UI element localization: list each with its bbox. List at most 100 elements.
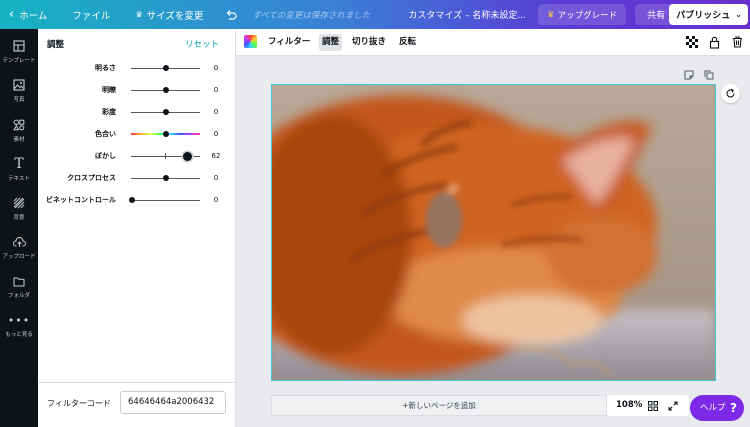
zoom-level[interactable]: 108%: [616, 395, 642, 416]
question-icon: ?: [730, 401, 737, 415]
slider-label: ぼかし: [95, 152, 116, 160]
slider-center-tick: [165, 153, 166, 159]
nav-label: アップロード: [2, 254, 36, 260]
slider-label: 明るさ: [95, 64, 116, 72]
home-label: ホーム: [19, 10, 48, 22]
panel-title: 調整: [47, 40, 65, 50]
fullscreen-icon[interactable]: [667, 400, 678, 411]
crown-icon: ♛: [135, 10, 143, 19]
slider-label: 明瞭: [102, 86, 116, 94]
publish-label: パブリッシュ: [676, 11, 731, 21]
flip-button[interactable]: 反転: [396, 34, 419, 51]
filter-code-label: フィルターコード: [47, 399, 111, 408]
slider-row-vignette: ビネットコントロール 0: [38, 194, 236, 206]
slider-value[interactable]: 62: [210, 150, 222, 162]
slider-value[interactable]: 0: [210, 84, 222, 96]
nav-item-text[interactable]: T テキスト: [0, 156, 38, 182]
save-status: すべての変更は保存されました: [252, 10, 371, 21]
resize-label: サイズを変更: [146, 10, 204, 22]
nav-item-photos[interactable]: 写真: [0, 77, 38, 103]
nav-label: もっと見る: [5, 332, 33, 338]
adjust-panel: 調整 リセット 明るさ 0 明瞭 0 彩度 0 色合い 0 ぼかし 62 クロス…: [38, 29, 236, 427]
photo-icon: [0, 77, 38, 93]
slider-value[interactable]: 0: [210, 172, 222, 184]
add-page-button[interactable]: +新しいページを追加: [271, 395, 607, 416]
nav-item-more[interactable]: ••• もっと見る: [0, 312, 38, 339]
slider-row-saturation: 彩度 0: [38, 106, 236, 118]
nav-label: フォルダ: [7, 293, 30, 299]
home-button[interactable]: ‹ ホーム: [9, 0, 47, 29]
slider-handle[interactable]: [162, 175, 169, 181]
slider-label: 彩度: [102, 108, 116, 116]
nav-label: テキスト: [8, 176, 30, 182]
nav-item-background[interactable]: 背景: [0, 195, 38, 221]
slider-handle[interactable]: [162, 65, 169, 71]
slider-value[interactable]: 0: [210, 128, 222, 140]
nav-item-uploads[interactable]: アップロード: [0, 234, 38, 260]
slider-row-brightness: 明るさ 0: [38, 62, 236, 74]
zoom-controls: 108%: [607, 395, 689, 416]
file-menu-button[interactable]: ファイル: [72, 0, 110, 29]
publish-button[interactable]: パブリッシュ ⌄: [669, 4, 748, 25]
elements-icon: [0, 117, 38, 133]
help-label: ヘルプ: [700, 403, 726, 413]
upgrade-label: アップグレード: [557, 10, 618, 21]
crown-icon: ♛: [546, 9, 555, 20]
duplicate-page-icon[interactable]: [703, 69, 714, 80]
filter-code-input[interactable]: 64646464a2006432: [120, 391, 226, 414]
filter-button[interactable]: フィルター: [265, 34, 313, 51]
folder-icon: [0, 273, 38, 289]
nav-label: 背景: [13, 215, 25, 221]
reset-button[interactable]: リセット: [185, 38, 219, 50]
grid-view-icon[interactable]: [647, 400, 658, 411]
top-bar: ‹ ホーム ファイル ♛ サイズを変更 すべての変更は保存されました カスタマイ…: [0, 0, 750, 29]
slider-handle[interactable]: [182, 151, 192, 161]
slider-row-cross-process: クロスプロセス 0: [38, 172, 236, 184]
slider-row-tint: 色合い 0: [38, 128, 236, 140]
design-canvas[interactable]: [271, 84, 716, 381]
slider-handle[interactable]: [162, 87, 169, 93]
chevron-down-icon: ⌄: [735, 10, 742, 19]
crop-button[interactable]: 切り抜き: [349, 34, 389, 51]
nav-item-templates[interactable]: テンプレート: [0, 38, 38, 64]
slider-handle[interactable]: [162, 131, 169, 137]
filter-code-section: フィルターコード 64646464a2006432: [38, 382, 235, 427]
nav-label: 写真: [13, 97, 25, 103]
more-icon: •••: [7, 313, 31, 327]
upgrade-button[interactable]: ♛ アップグレード: [537, 4, 627, 25]
document-title[interactable]: カスタマイズ – 名称未設定...: [408, 0, 526, 29]
note-icon[interactable]: [683, 69, 694, 80]
nav-item-elements[interactable]: 素材: [0, 117, 38, 143]
left-nav: テンプレート 写真 素材 T テキスト 背景 アップロード フォルダ ••• も…: [0, 29, 38, 427]
rotate-icon[interactable]: [721, 84, 740, 103]
cat-photo[interactable]: [272, 85, 715, 380]
template-icon: [0, 38, 38, 54]
background-icon: [0, 195, 38, 211]
slider-row-clarity: 明瞭 0: [38, 84, 236, 96]
transparency-icon[interactable]: [685, 35, 699, 49]
undo-icon[interactable]: [225, 0, 237, 29]
chevron-left-icon: ‹: [9, 7, 15, 22]
slider-value[interactable]: 0: [210, 62, 222, 74]
adjust-button[interactable]: 調整: [319, 34, 343, 51]
slider-label: ビネットコントロール: [46, 196, 116, 204]
slider-label: クロスプロセス: [67, 174, 116, 182]
trash-icon[interactable]: [730, 35, 744, 49]
upload-icon: [0, 234, 38, 250]
nav-label: テンプレート: [2, 58, 36, 64]
slider-row-blur: ぼかし 62: [38, 150, 236, 162]
filter-swatch-icon[interactable]: [244, 35, 257, 48]
slider-value[interactable]: 0: [210, 106, 222, 118]
resize-button[interactable]: ♛ サイズを変更: [135, 0, 203, 29]
slider-label: 色合い: [95, 130, 116, 138]
slider-value[interactable]: 0: [210, 194, 222, 206]
slider-handle[interactable]: [128, 197, 135, 203]
slider-handle[interactable]: [162, 109, 169, 115]
lock-icon[interactable]: [707, 35, 721, 49]
slider-track[interactable]: [131, 199, 200, 201]
nav-label: 素材: [13, 137, 25, 143]
image-toolbar: フィルター 調整 切り抜き 反転: [236, 29, 750, 56]
text-icon: T: [14, 156, 24, 172]
nav-item-folders[interactable]: フォルダ: [0, 273, 38, 299]
help-button[interactable]: ヘルプ ?: [690, 395, 744, 421]
